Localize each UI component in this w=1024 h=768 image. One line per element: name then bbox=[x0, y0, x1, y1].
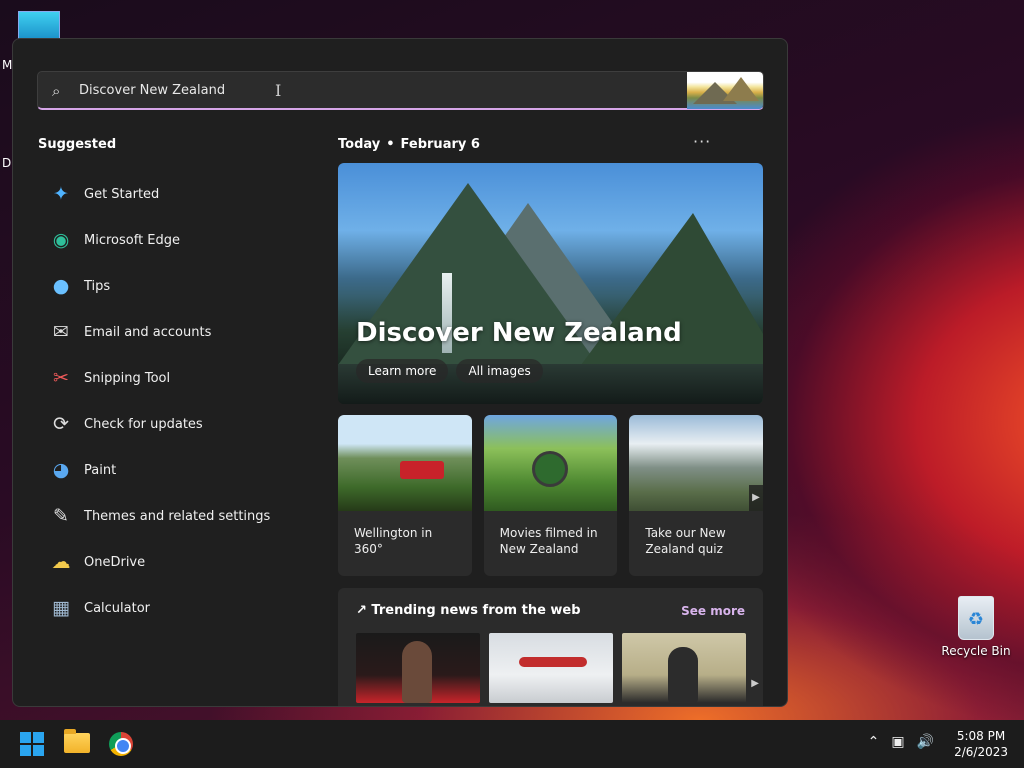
today-label: Today bbox=[338, 137, 381, 152]
see-more-link[interactable]: See more bbox=[681, 604, 745, 618]
recycle-bin-icon: ♻ bbox=[958, 596, 994, 640]
tips-icon: ● bbox=[52, 275, 70, 297]
card-image bbox=[338, 415, 472, 511]
recycle-bin[interactable]: ♻ Recycle Bin bbox=[940, 596, 1012, 658]
network-icon[interactable]: ▣ bbox=[891, 734, 904, 750]
brush-icon: ✎ bbox=[53, 505, 69, 527]
start-button[interactable] bbox=[20, 732, 44, 756]
suggested-item-onedrive[interactable]: ☁ OneDrive bbox=[46, 539, 306, 585]
text-cursor-icon: I bbox=[275, 81, 282, 100]
get-started-icon: ✦ bbox=[53, 183, 69, 205]
suggested-item-label: Tips bbox=[84, 278, 111, 294]
suggested-heading: Suggested bbox=[38, 137, 117, 152]
suggested-item-label: Paint bbox=[84, 462, 117, 478]
taskbar: ⌃ ▣ 🔊 5:08 PM 2/6/2023 bbox=[0, 720, 1024, 768]
suggested-item-get-started[interactable]: ✦ Get Started bbox=[46, 171, 306, 217]
desktop-label-partial: M bbox=[2, 58, 13, 72]
snipping-tool-icon: ✂ bbox=[53, 367, 69, 389]
search-panel: ⌕ Discover New Zealand I Suggested ✦ Get… bbox=[12, 38, 788, 707]
today-header: Today • February 6 bbox=[338, 137, 480, 152]
learn-more-button[interactable]: Learn more bbox=[356, 359, 449, 383]
news-thumbnail[interactable] bbox=[356, 633, 480, 703]
suggested-item-label: Check for updates bbox=[84, 416, 203, 432]
search-input[interactable]: Discover New Zealand bbox=[79, 83, 225, 98]
chevron-right-icon[interactable]: ▶ bbox=[751, 678, 759, 689]
card-image bbox=[629, 415, 764, 511]
suggested-item-email[interactable]: ✉ Email and accounts bbox=[46, 309, 306, 355]
suggested-item-updates[interactable]: ⟳ Check for updates bbox=[46, 401, 306, 447]
search-icon: ⌕ bbox=[52, 82, 61, 100]
volume-icon[interactable]: 🔊 bbox=[917, 734, 934, 750]
clock-time: 5:08 PM bbox=[956, 729, 1006, 743]
suggested-list: ✦ Get Started ◉ Microsoft Edge ● Tips ✉ … bbox=[46, 171, 306, 631]
suggested-item-tips[interactable]: ● Tips bbox=[46, 263, 306, 309]
clock-date: 2/6/2023 bbox=[954, 745, 1008, 759]
trending-arrow-icon: ↗ bbox=[356, 603, 372, 618]
today-date: February 6 bbox=[400, 137, 480, 152]
search-box[interactable]: ⌕ Discover New Zealand I bbox=[37, 71, 764, 110]
card-caption: Wellington in 360° bbox=[354, 526, 433, 556]
suggested-item-label: Get Started bbox=[84, 186, 160, 202]
suggested-item-label: Calculator bbox=[84, 600, 151, 616]
refresh-icon: ⟳ bbox=[53, 413, 69, 435]
suggested-item-themes[interactable]: ✎ Themes and related settings bbox=[46, 493, 306, 539]
suggested-item-edge[interactable]: ◉ Microsoft Edge bbox=[46, 217, 306, 263]
trending-title: ↗ Trending news from the web bbox=[356, 603, 581, 618]
suggested-item-label: Email and accounts bbox=[84, 324, 212, 340]
desktop-icon-partial[interactable] bbox=[18, 11, 60, 41]
card-movies[interactable]: Movies filmed in New Zealand bbox=[483, 415, 618, 576]
file-explorer-icon[interactable] bbox=[64, 729, 90, 753]
edge-icon: ◉ bbox=[52, 229, 70, 251]
suggested-item-label: Themes and related settings bbox=[84, 508, 271, 524]
chevron-right-icon[interactable]: ▶ bbox=[749, 485, 764, 511]
card-wellington[interactable]: Wellington in 360° bbox=[338, 415, 472, 576]
search-highlight-image[interactable] bbox=[687, 72, 763, 109]
chevron-up-icon[interactable]: ⌃ bbox=[868, 734, 880, 750]
suggested-item-paint[interactable]: ◕ Paint bbox=[46, 447, 306, 493]
suggested-item-label: Microsoft Edge bbox=[84, 232, 181, 248]
suggested-item-calculator[interactable]: ▦ Calculator bbox=[46, 585, 306, 631]
suggested-item-label: Snipping Tool bbox=[84, 370, 171, 386]
more-options-icon[interactable]: ··· bbox=[693, 132, 711, 151]
card-caption: Movies filmed in New Zealand bbox=[499, 526, 598, 556]
suggested-item-snipping-tool[interactable]: ✂ Snipping Tool bbox=[46, 355, 306, 401]
onedrive-icon: ☁ bbox=[51, 551, 71, 573]
hero-card[interactable]: Discover New Zealand Learn more All imag… bbox=[338, 163, 763, 404]
suggested-item-label: OneDrive bbox=[84, 554, 146, 570]
trending-section: ↗ Trending news from the web See more ▶ bbox=[338, 588, 763, 706]
trending-title-text: Trending news from the web bbox=[371, 603, 581, 618]
highlight-cards: Wellington in 360° Movies filmed in New … bbox=[338, 415, 764, 576]
card-quiz[interactable]: Take our New Zealand quiz ▶ bbox=[629, 415, 764, 576]
chrome-icon[interactable] bbox=[109, 732, 133, 756]
card-image bbox=[483, 415, 618, 511]
recycle-bin-label: Recycle Bin bbox=[941, 644, 1011, 658]
clock[interactable]: 5:08 PM 2/6/2023 bbox=[954, 728, 1008, 760]
news-thumbnail[interactable] bbox=[489, 633, 613, 703]
all-images-button[interactable]: All images bbox=[456, 359, 543, 383]
news-thumbnail[interactable] bbox=[622, 633, 746, 703]
card-caption: Take our New Zealand quiz bbox=[645, 526, 726, 556]
hero-title: Discover New Zealand bbox=[356, 318, 682, 348]
paint-icon: ◕ bbox=[52, 459, 70, 481]
calculator-icon: ▦ bbox=[52, 597, 70, 619]
system-tray: ⌃ ▣ 🔊 bbox=[868, 734, 934, 750]
mail-icon: ✉ bbox=[53, 321, 69, 343]
